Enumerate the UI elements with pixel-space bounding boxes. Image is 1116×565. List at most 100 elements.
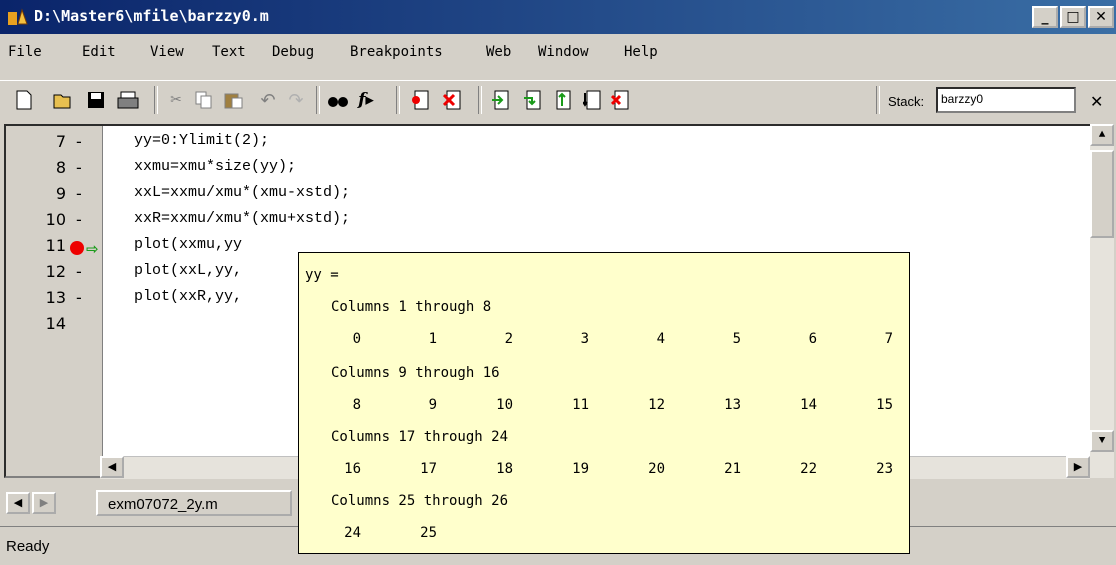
value-cell: 0 (352, 331, 361, 347)
value-cell: 20 (648, 461, 665, 477)
tab-prev-icon[interactable]: ◀ (6, 492, 30, 514)
find-icon[interactable] (324, 86, 352, 114)
value-cell: 13 (724, 397, 741, 413)
columns-label: Columns 9 through 16 (331, 365, 500, 381)
value-cell: 14 (800, 397, 817, 413)
code-line: 9 - xxL=xxmu/xmu*(xmu-xstd); (6, 184, 1092, 210)
code-line: 8 - xxmu=xmu*size(yy); (6, 158, 1092, 184)
line-number: 10 (45, 210, 66, 229)
title-bar: D:\Master6\mfile\barzzy0.m _ □ ✕ (0, 0, 1116, 34)
paste-icon[interactable] (220, 86, 248, 114)
step-icon[interactable] (486, 86, 514, 114)
toolbar-separator (478, 86, 482, 114)
cut-icon[interactable]: ✂ (162, 86, 190, 114)
code-text: xxL=xxmu/xmu*(xmu-xstd); (134, 184, 351, 201)
stack-label: Stack: (888, 94, 925, 109)
toolbar-separator (396, 86, 400, 114)
value-cell: 18 (496, 461, 513, 477)
value-cell: 24 (344, 525, 361, 541)
value-cell: 3 (580, 331, 589, 347)
line-number: 11 (45, 236, 66, 255)
maximize-button[interactable]: □ (1060, 6, 1086, 28)
code-text: plot(xxL,yy, (134, 262, 243, 279)
copy-icon[interactable] (190, 86, 218, 114)
tab-next-icon[interactable]: ▶ (32, 492, 56, 514)
set-breakpoint-icon[interactable] (406, 86, 434, 114)
line-number: 13 (45, 288, 66, 307)
redo-icon[interactable]: ↷ (282, 86, 310, 114)
function-icon[interactable]: f▸ (352, 86, 380, 114)
step-out-icon[interactable] (548, 86, 576, 114)
value-cell: 11 (572, 397, 589, 413)
value-cell: 12 (648, 397, 665, 413)
columns-label: Columns 17 through 24 (331, 429, 509, 445)
scroll-down-icon[interactable]: ▼ (1090, 430, 1114, 452)
step-in-icon[interactable] (518, 86, 546, 114)
vertical-scroll-thumb[interactable] (1090, 150, 1114, 238)
toolbar-separator (876, 86, 880, 114)
value-cell: 7 (884, 331, 893, 347)
menu-web[interactable]: Web (486, 44, 511, 60)
menu-text[interactable]: Text (212, 44, 246, 60)
columns-label: Columns 1 through 8 (331, 299, 492, 315)
minimize-button[interactable]: _ (1032, 6, 1058, 28)
scroll-left-icon[interactable]: ◀ (100, 456, 124, 478)
open-folder-icon[interactable] (50, 86, 78, 114)
print-icon[interactable] (114, 86, 142, 114)
line-marker: - (76, 210, 82, 229)
stack-dropdown[interactable]: barzzy0 (936, 87, 1076, 113)
value-cell: 6 (808, 331, 817, 347)
menu-bar: File Edit View Text Debug Breakpoints We… (0, 38, 1116, 68)
undo-icon[interactable]: ↶ (254, 86, 282, 114)
value-cell: 4 (656, 331, 665, 347)
clear-breakpoints-icon[interactable] (438, 86, 466, 114)
continue-icon[interactable] (578, 86, 606, 114)
line-number: 7 (55, 132, 66, 151)
line-marker: - (76, 158, 82, 177)
value-cell: 22 (800, 461, 817, 477)
value-cell: 17 (420, 461, 437, 477)
current-line-arrow-icon: ⇨ (86, 240, 99, 258)
menu-file[interactable]: File (8, 44, 42, 60)
close-button[interactable]: ✕ (1088, 6, 1114, 28)
save-icon[interactable] (82, 86, 110, 114)
value-cell: 25 (420, 525, 437, 541)
value-cell: 2 (504, 331, 513, 347)
scroll-right-icon[interactable]: ▶ (1066, 456, 1090, 478)
variable-datatip: yy = Columns 1 through 8 0 1 2 3 4 5 6 7… (298, 252, 910, 554)
toolbar-close-icon[interactable]: ✕ (1090, 92, 1103, 111)
code-text: plot(xxmu,yy (134, 236, 243, 253)
code-line: 7 - yy=0:Ylimit(2); (6, 132, 1092, 158)
value-cell: 15 (876, 397, 893, 413)
value-cell: 1 (428, 331, 437, 347)
line-number: 14 (45, 314, 66, 333)
matlab-logo-icon (8, 8, 28, 25)
value-cell: 21 (724, 461, 741, 477)
code-text: yy=0:Ylimit(2); (134, 132, 270, 149)
menu-help[interactable]: Help (624, 44, 658, 60)
menu-view[interactable]: View (150, 44, 184, 60)
line-number: 9 (55, 184, 66, 203)
toolbar-separator (154, 86, 158, 114)
datatip-header: yy = (305, 267, 339, 283)
line-number: 12 (45, 262, 66, 281)
new-file-icon[interactable] (10, 86, 38, 114)
value-cell: 19 (572, 461, 589, 477)
tab-exm07072-2y[interactable]: exm07072_2y.m (96, 490, 292, 516)
menu-breakpoints[interactable]: Breakpoints (350, 44, 443, 60)
menu-window[interactable]: Window (538, 44, 589, 60)
scroll-up-icon[interactable]: ▲ (1090, 124, 1114, 146)
status-text: Ready (6, 538, 50, 555)
line-marker: - (76, 262, 82, 281)
exit-debug-icon[interactable] (606, 86, 634, 114)
value-cell: 10 (496, 397, 513, 413)
code-text: xxmu=xmu*size(yy); (134, 158, 297, 175)
code-line: 10 - xxR=xxmu/xmu*(xmu+xstd); (6, 210, 1092, 236)
breakpoint-icon[interactable] (70, 241, 84, 255)
menu-edit[interactable]: Edit (82, 44, 116, 60)
columns-label: Columns 25 through 26 (331, 493, 509, 509)
line-marker: - (76, 132, 82, 151)
menu-debug[interactable]: Debug (272, 44, 314, 60)
value-cell: 5 (732, 331, 741, 347)
line-marker: - (76, 184, 82, 203)
